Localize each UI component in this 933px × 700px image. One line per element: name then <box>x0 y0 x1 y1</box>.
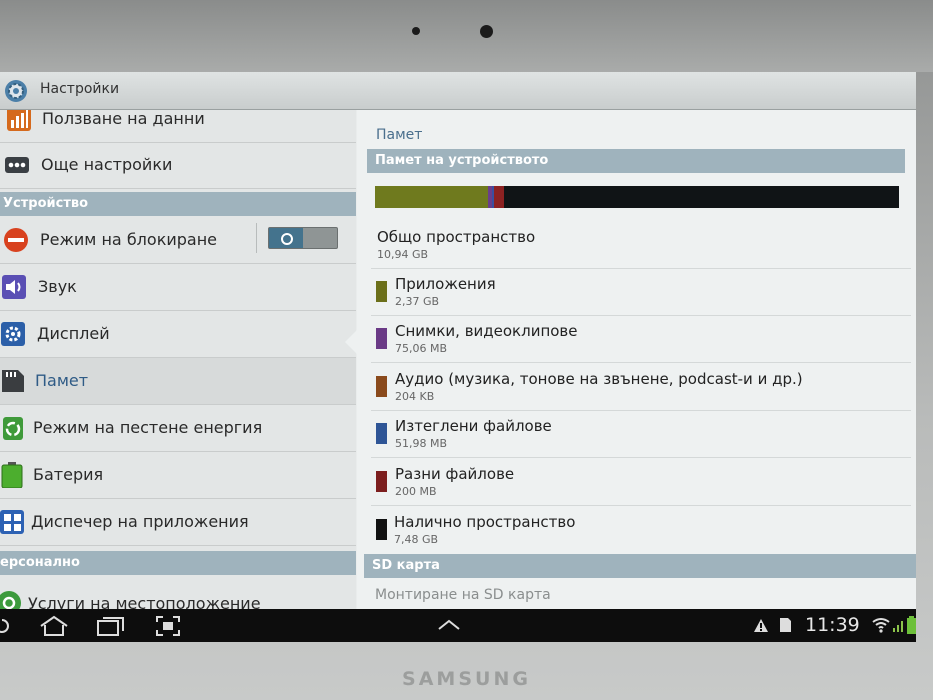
panel-title: Памет <box>376 127 423 143</box>
warning-icon <box>754 619 768 632</box>
storage-row-photos[interactable]: Снимки, видеоклипове 75,06 MB <box>371 316 911 363</box>
row-size: 51,98 MB <box>395 437 448 450</box>
sidebar-item-power-saving[interactable]: Режим на пестене енергия <box>0 405 356 452</box>
sidebar-item-label: Диспечер на приложения <box>31 512 249 531</box>
recycle-icon <box>3 417 23 440</box>
back-icon[interactable] <box>0 617 10 635</box>
color-swatch <box>376 423 387 444</box>
row-size: 7,48 GB <box>394 533 439 546</box>
sidebar-item-app-manager[interactable]: Диспечер на приложения <box>0 499 356 546</box>
storage-usage-bar <box>375 186 899 208</box>
usage-segment <box>375 186 489 208</box>
sidebar-item-label: Батерия <box>33 465 104 484</box>
storage-row-apps[interactable]: Приложения 2,37 GB <box>371 269 911 316</box>
settings-list: Ползване на данни Още настройки Устройст… <box>0 110 356 642</box>
blocking-mode-toggle[interactable] <box>268 227 338 249</box>
row-size: 200 MB <box>395 485 437 498</box>
row-name: Общо пространство <box>377 228 536 246</box>
sidebar-item-sound[interactable]: Звук <box>0 264 356 311</box>
wifi-icon <box>872 618 890 633</box>
sidebar-item-label: Памет <box>35 371 89 390</box>
toggle-knob <box>269 228 303 248</box>
color-swatch <box>376 519 387 540</box>
system-navigation-bar: 11:39 <box>0 609 916 642</box>
settings-gear-icon[interactable] <box>3 78 29 104</box>
color-swatch <box>376 281 387 302</box>
sidebar-item-label: Режим на блокиране <box>40 230 218 249</box>
storage-detail-panel: Памет Памет на устройството Общо простра… <box>357 110 916 642</box>
sidebar-item-battery[interactable]: Батерия <box>0 452 356 499</box>
storage-row-downloads[interactable]: Изтеглени файлове 51,98 MB <box>371 411 911 458</box>
color-swatch <box>376 471 387 492</box>
storage-row-audio[interactable]: Аудио (музика, тонове на звънене, podcas… <box>371 364 911 411</box>
battery-icon <box>1 462 23 488</box>
display-gear-icon <box>1 322 25 346</box>
storage-total-row: Общо пространство 10,94 GB <box>371 222 911 269</box>
row-size: 75,06 MB <box>395 342 448 355</box>
color-swatch <box>376 376 387 397</box>
sidebar-item-label: Дисплей <box>37 324 110 343</box>
divider <box>256 223 257 253</box>
sd-card-icon <box>2 370 24 392</box>
action-bar: Настройки <box>0 72 916 110</box>
sidebar-item-display[interactable]: Дисплей <box>0 311 356 358</box>
usage-segment <box>503 186 863 208</box>
signal-icon <box>893 621 903 632</box>
sidebar-item-blocking-mode[interactable]: Режим на блокиране <box>0 217 356 264</box>
speaker-icon <box>2 275 26 299</box>
usage-segment <box>494 186 504 208</box>
row-size: 10,94 GB <box>377 248 429 261</box>
sensor-dot <box>412 27 420 35</box>
screen: Настройки Ползване на данни Още настройк… <box>0 72 916 642</box>
front-camera <box>480 25 493 38</box>
row-name: Налично пространство <box>394 513 576 531</box>
selection-pointer <box>345 330 357 354</box>
screenshot-icon[interactable] <box>155 615 181 637</box>
sidebar-item-label: Още настройки <box>41 155 173 174</box>
sidebar-item-data-usage[interactable]: Ползване на данни <box>0 110 356 143</box>
row-name: Снимки, видеоклипове <box>395 322 578 340</box>
sidebar-item-more-settings[interactable]: Още настройки <box>0 142 356 189</box>
section-header-personal: ерсонално <box>0 551 356 575</box>
row-size: 204 KB <box>395 390 435 403</box>
storage-row-misc[interactable]: Разни файлове 200 MB <box>371 459 911 506</box>
more-dots-icon <box>5 157 29 173</box>
row-name: Изтеглени файлове <box>395 417 552 435</box>
status-clock: 11:39 <box>805 614 860 636</box>
data-usage-icon <box>7 110 31 131</box>
device-brand-logo: SAMSUNG <box>402 668 531 690</box>
row-name: Разни файлове <box>395 465 515 483</box>
color-swatch <box>376 328 387 349</box>
row-name: Аудио (музика, тонове на звънене, podcas… <box>395 370 803 388</box>
chevron-up-icon[interactable] <box>437 619 461 631</box>
recent-apps-icon[interactable] <box>96 615 126 637</box>
row-name: Приложения <box>395 275 496 293</box>
block-icon <box>4 228 28 252</box>
app-grid-icon <box>0 510 24 534</box>
section-header-device: Устройство <box>0 192 356 216</box>
sidebar-item-storage[interactable]: Памет <box>0 358 356 405</box>
device-bezel <box>0 0 933 72</box>
app-title: Настройки <box>40 81 120 97</box>
section-header-sd-card: SD карта <box>364 554 916 578</box>
storage-row-available: Налично пространство 7,48 GB <box>371 507 911 553</box>
mount-sd-card-option[interactable]: Монтиране на SD карта <box>375 587 551 603</box>
sidebar-item-label: Звук <box>38 277 77 296</box>
section-header-device-storage: Памет на устройството <box>367 149 905 173</box>
sidebar-item-label: Режим на пестене енергия <box>33 418 263 437</box>
sidebar-item-label: Ползване на данни <box>42 110 205 128</box>
battery-status-icon <box>907 616 916 634</box>
row-size: 2,37 GB <box>395 295 440 308</box>
sd-card-status-icon <box>780 618 791 632</box>
home-icon[interactable] <box>38 615 70 637</box>
